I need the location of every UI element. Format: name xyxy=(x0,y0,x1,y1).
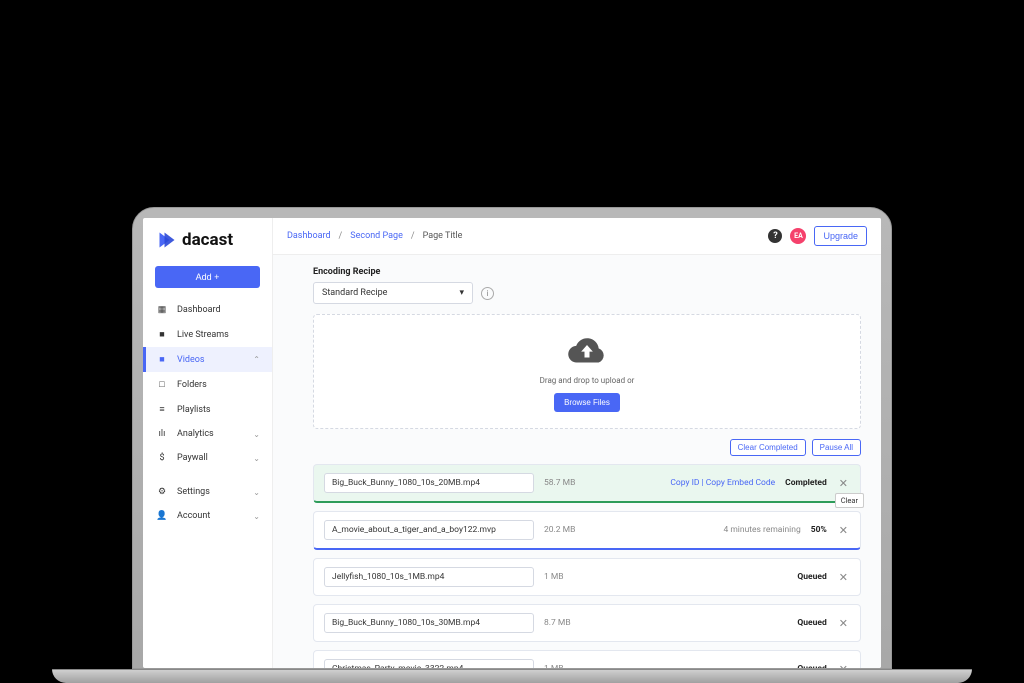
sidebar-item-playlists[interactable]: ≡ Playlists xyxy=(143,397,272,422)
encoding-label: Encoding Recipe xyxy=(313,267,861,277)
laptop-base xyxy=(52,669,972,683)
sidebar-item-settings[interactable]: ⚙ Settings ⌄ xyxy=(143,480,272,504)
sidebar-item-label: Dashboard xyxy=(177,305,221,315)
info-icon[interactable]: i xyxy=(481,287,494,300)
sidebar-item-label: Account xyxy=(177,511,210,521)
sidebar-item-live-streams[interactable]: ■ Live Streams xyxy=(143,322,272,347)
file-size: 58.7 MB xyxy=(544,478,594,488)
breadcrumb-3: Page Title xyxy=(423,231,463,241)
sidebar-item-account[interactable]: 👤 Account ⌄ xyxy=(143,504,272,528)
help-icon[interactable]: ? xyxy=(768,229,782,243)
copy-links[interactable]: Copy ID | Copy Embed Code xyxy=(670,478,775,488)
main-area: Dashboard / Second Page / Page Title ? E… xyxy=(273,218,881,668)
folder-icon: □ xyxy=(155,379,169,390)
filename-input[interactable]: Christmas_Party_movie_3322.mp4 xyxy=(324,659,534,668)
upload-row: Jellyfish_1080_10s_1MB.mp4 1 MB Queued ✕ xyxy=(313,558,861,596)
dashboard-icon: ▦ xyxy=(155,305,169,315)
filename-input[interactable]: Jellyfish_1080_10s_1MB.mp4 xyxy=(324,567,534,587)
crumb-sep: / xyxy=(339,231,343,241)
chevron-down-icon: ⌄ xyxy=(253,488,260,497)
sidebar-item-label: Playlists xyxy=(177,405,211,415)
eta-text: 4 minutes remaining xyxy=(723,525,800,535)
status-badge: Queued xyxy=(797,618,826,628)
upload-row: Big_Buck_Bunny_1080_10s_20MB.mp4 58.7 MB… xyxy=(313,464,861,503)
sidebar: dacast Add + ▦ Dashboard ■ Live Streams xyxy=(143,218,273,668)
avatar[interactable]: EA xyxy=(790,228,806,244)
file-size: 1 MB xyxy=(544,664,594,668)
close-icon[interactable]: ✕ xyxy=(837,524,850,537)
dropzone[interactable]: Drag and drop to upload or Browse Files xyxy=(313,314,861,429)
nav-secondary: ⚙ Settings ⌄ 👤 Account ⌄ xyxy=(143,480,272,528)
recipe-select[interactable]: Standard Recipe ▾ xyxy=(313,282,473,304)
sidebar-item-label: Folders xyxy=(177,380,207,390)
clear-completed-button[interactable]: Clear Completed xyxy=(730,439,806,456)
cloud-upload-icon xyxy=(566,335,608,365)
app-screen: dacast Add + ▦ Dashboard ■ Live Streams xyxy=(143,218,881,668)
dollar-icon: $ xyxy=(155,453,169,463)
status-badge: Queued xyxy=(797,572,826,582)
laptop-frame: dacast Add + ▦ Dashboard ■ Live Streams xyxy=(132,207,892,683)
close-icon[interactable]: ✕ xyxy=(837,571,850,584)
analytics-icon: ılı xyxy=(155,429,169,439)
recipe-value: Standard Recipe xyxy=(322,288,387,298)
chevron-down-icon: ⌄ xyxy=(253,512,260,521)
add-button[interactable]: Add + xyxy=(155,266,260,288)
person-icon: 👤 xyxy=(155,511,169,521)
filename-input[interactable]: A_movie_about_a_tiger_and_a_boy122.mvp xyxy=(324,520,534,540)
chevron-down-icon: ⌄ xyxy=(253,454,260,463)
close-icon[interactable]: ✕ xyxy=(837,617,850,630)
sidebar-item-dashboard[interactable]: ▦ Dashboard xyxy=(143,298,272,322)
nav-primary: ▦ Dashboard ■ Live Streams ■ Videos ⌃ xyxy=(143,298,272,470)
caret-down-icon: ▾ xyxy=(459,288,464,298)
file-size: 1 MB xyxy=(544,572,594,582)
crumb-sep: / xyxy=(411,231,415,241)
filename-input[interactable]: Big_Buck_Bunny_1080_10s_30MB.mp4 xyxy=(324,613,534,633)
camera-icon: ■ xyxy=(155,329,169,340)
brand-logo: dacast xyxy=(143,218,272,262)
sidebar-item-label: Videos xyxy=(177,355,205,365)
sidebar-item-label: Settings xyxy=(177,487,210,497)
gear-icon: ⚙ xyxy=(155,487,169,497)
upload-actions: Clear Completed Pause All xyxy=(313,439,861,456)
content: Encoding Recipe Standard Recipe ▾ i xyxy=(273,255,881,668)
dropzone-text: Drag and drop to upload or xyxy=(314,376,860,385)
close-icon[interactable]: ✕ xyxy=(837,477,850,490)
sidebar-item-paywall[interactable]: $ Paywall ⌄ xyxy=(143,446,272,470)
status-badge: Completed xyxy=(785,478,827,488)
brand-text: dacast xyxy=(182,230,233,250)
sidebar-item-label: Paywall xyxy=(177,453,208,463)
browse-button[interactable]: Browse Files xyxy=(554,393,620,412)
sidebar-item-label: Analytics xyxy=(177,429,214,439)
upgrade-button[interactable]: Upgrade xyxy=(814,226,867,246)
breadcrumb-1[interactable]: Dashboard xyxy=(287,231,331,241)
close-icon[interactable]: ✕ xyxy=(837,663,850,669)
file-size: 20.2 MB xyxy=(544,525,594,535)
sidebar-item-videos[interactable]: ■ Videos ⌃ xyxy=(143,347,272,372)
video-icon: ■ xyxy=(155,354,169,365)
file-size: 8.7 MB xyxy=(544,618,594,628)
status-badge: Queued xyxy=(797,664,826,668)
screen-bezel: dacast Add + ▦ Dashboard ■ Live Streams xyxy=(132,207,892,669)
filename-input[interactable]: Big_Buck_Bunny_1080_10s_20MB.mp4 xyxy=(324,473,534,493)
percent-text: 50% xyxy=(811,525,827,535)
logo-icon xyxy=(157,230,177,250)
breadcrumb-2[interactable]: Second Page xyxy=(350,231,403,241)
pause-all-button[interactable]: Pause All xyxy=(812,439,861,456)
upload-row: Big_Buck_Bunny_1080_10s_30MB.mp4 8.7 MB … xyxy=(313,604,861,642)
playlist-icon: ≡ xyxy=(155,404,169,415)
upload-row: Christmas_Party_movie_3322.mp4 1 MB Queu… xyxy=(313,650,861,668)
tooltip: Clear xyxy=(835,493,864,508)
sidebar-item-label: Live Streams xyxy=(177,330,229,340)
chevron-up-icon: ⌃ xyxy=(253,355,260,364)
header: Dashboard / Second Page / Page Title ? E… xyxy=(273,218,881,255)
sidebar-item-folders[interactable]: □ Folders xyxy=(143,372,272,397)
sidebar-item-analytics[interactable]: ılı Analytics ⌄ xyxy=(143,422,272,446)
upload-row: A_movie_about_a_tiger_and_a_boy122.mvp 2… xyxy=(313,511,861,550)
chevron-down-icon: ⌄ xyxy=(253,430,260,439)
